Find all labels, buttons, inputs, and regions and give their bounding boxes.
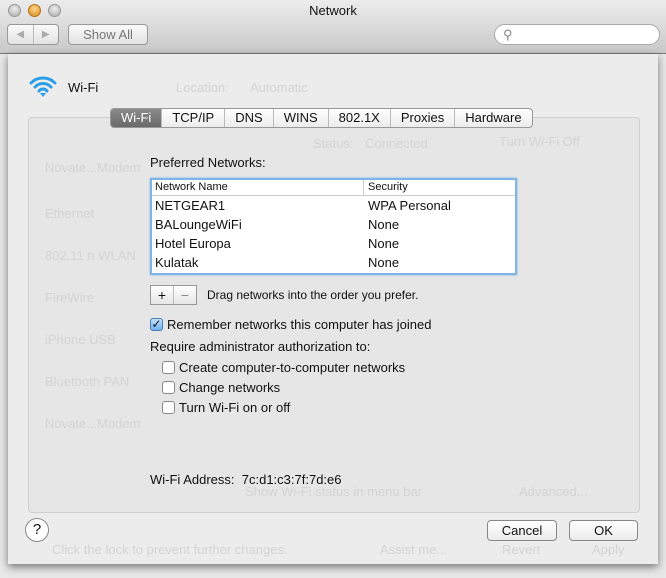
ghost-lock-text: Click the lock to prevent further change… (52, 542, 288, 557)
window-title: Network (309, 3, 357, 18)
ghost-location-value: Automatic (250, 80, 308, 95)
tab-wins[interactable]: WINS (272, 109, 328, 127)
ghost-service: iPhone USB (45, 332, 116, 347)
network-security: None (368, 236, 400, 251)
ghost-service: Novate...Modem (45, 416, 141, 431)
cancel-button[interactable]: Cancel (487, 520, 557, 541)
preferred-networks-label: Preferred Networks: (150, 155, 266, 170)
tab-tcpip[interactable]: TCP/IP (161, 109, 224, 127)
require-admin-label: Require administrator authorization to: (150, 339, 371, 354)
remove-network-button[interactable]: − (173, 286, 196, 304)
network-name: Kulatak (155, 255, 199, 270)
tab-hardware[interactable]: Hardware (454, 109, 531, 127)
remember-networks-checkbox[interactable]: ✓ Remember networks this computer has joi… (150, 317, 431, 332)
table-row[interactable]: Hotel Europa None (152, 234, 515, 253)
search-input[interactable]: ⚲ (494, 24, 660, 45)
checkbox-label: Remember networks this computer has join… (167, 317, 432, 332)
ghost-status-value: Connected (365, 136, 428, 151)
content-panel: Novate...Modem Ethernet 802.11 n WLAN Fi… (28, 117, 640, 513)
ghost-revert: Revert (502, 542, 541, 557)
forward-icon[interactable]: ▶ (32, 25, 59, 44)
ghost-service: Bluetooth PAN (45, 374, 130, 389)
back-icon[interactable]: ◀ (8, 25, 33, 44)
ghost-apply: Apply (592, 542, 625, 557)
add-remove-control: + − (150, 285, 197, 305)
network-security: None (368, 217, 400, 232)
checkbox-label: Change networks (179, 380, 281, 395)
checkbox-label: Turn Wi-Fi on or off (179, 400, 291, 415)
network-security: None (368, 255, 400, 270)
wifi-address-label: Wi-Fi Address: (150, 472, 235, 487)
turn-wifi-checkbox[interactable]: Turn Wi-Fi on or off (162, 400, 290, 415)
network-name: Hotel Europa (155, 236, 231, 251)
ghost-location-label: Location: (176, 80, 229, 95)
table-row[interactable]: NETGEAR1 WPA Personal (152, 196, 515, 215)
ghost-advanced: Advanced... (519, 484, 588, 499)
change-networks-checkbox[interactable]: Change networks (162, 380, 280, 395)
ghost-status-label: Status: (313, 136, 354, 151)
search-icon: ⚲ (503, 27, 513, 42)
tab-dns[interactable]: DNS (224, 109, 272, 127)
back-forward-control[interactable]: ◀ ▶ (7, 24, 59, 45)
add-network-button[interactable]: + (151, 286, 173, 304)
network-name: BALoungeWiFi (155, 217, 242, 232)
tab-wifi[interactable]: Wi-Fi (111, 109, 162, 127)
wifi-icon (29, 76, 57, 97)
ghost-service: Novate...Modem (45, 160, 141, 175)
ghost-service: Ethernet (45, 206, 95, 221)
preferred-networks-table[interactable]: Network Name Security NETGEAR1 WPA Person… (150, 178, 517, 275)
tab-8021x[interactable]: 802.1X (327, 109, 390, 127)
table-header: Network Name Security (152, 180, 515, 196)
wifi-address: Wi-Fi Address: 7c:d1:c3:7f:7d:e6 (150, 472, 342, 487)
network-name: NETGEAR1 (155, 198, 226, 213)
show-all-button[interactable]: Show All (68, 24, 148, 45)
ok-button[interactable]: OK (569, 520, 638, 541)
help-button[interactable]: ? (25, 518, 49, 542)
title-bar: Network ◀ ▶ Show All ⚲ (0, 0, 666, 54)
column-network-name[interactable]: Network Name (152, 180, 364, 195)
checkmark-icon: ✓ (150, 317, 163, 331)
ghost-assist: Assist me... (380, 542, 448, 557)
tab-proxies[interactable]: Proxies (389, 109, 454, 127)
ghost-service: 802.11 n WLAN (45, 248, 136, 263)
network-security: WPA Personal (368, 198, 451, 213)
drag-hint: Drag networks into the order you prefer. (207, 288, 419, 302)
service-name: Wi-Fi (68, 79, 99, 95)
ghost-turn-off: Turn Wi-Fi Off (499, 134, 580, 149)
wifi-address-value: 7c:d1:c3:7f:7d:e6 (241, 472, 342, 487)
create-networks-checkbox[interactable]: Create computer-to-computer networks (162, 360, 405, 375)
table-row[interactable]: BALoungeWiFi None (152, 215, 515, 234)
column-security[interactable]: Security (364, 180, 408, 195)
table-row[interactable]: Kulatak None (152, 253, 515, 272)
ghost-service: FireWire (45, 290, 95, 305)
tab-bar: Wi-Fi TCP/IP DNS WINS 802.1X Proxies Har… (110, 108, 533, 128)
service-header: Wi-Fi (28, 74, 98, 100)
checkbox-label: Create computer-to-computer networks (179, 360, 406, 375)
